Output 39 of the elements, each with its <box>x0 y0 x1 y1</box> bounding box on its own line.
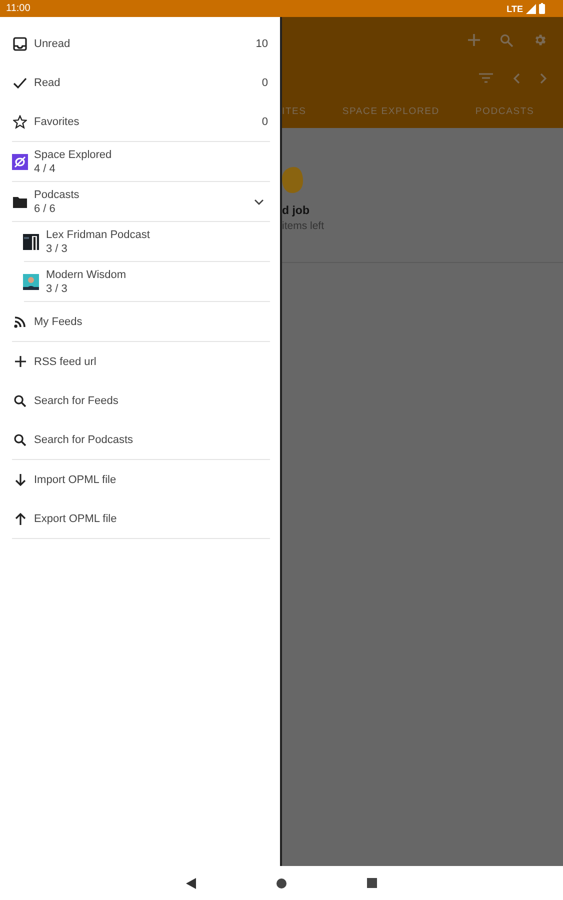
drawer-item[interactable]: Search for Feeds <box>0 381 280 420</box>
search-icon <box>14 394 26 406</box>
check-icon <box>13 76 27 88</box>
signal-icon <box>526 4 536 14</box>
drawer-item[interactable]: Search for Podcasts <box>0 420 280 459</box>
drawer-item[interactable]: My Feeds <box>0 302 280 341</box>
drawer-item[interactable]: Export OPML file <box>0 499 280 538</box>
chevron-right-icon[interactable] <box>540 72 547 84</box>
battery-icon <box>539 3 545 14</box>
star-icon <box>13 114 27 128</box>
search-icon[interactable] <box>500 34 513 46</box>
add-icon[interactable] <box>468 34 480 46</box>
drawer-item[interactable]: Space Explored 4 / 4 <box>0 142 280 181</box>
empty-title: d job <box>282 205 310 217</box>
drawer-item[interactable]: Unread 10 <box>0 24 280 63</box>
recents-icon[interactable] <box>367 878 377 888</box>
folder-icon <box>13 196 27 208</box>
drawer-item[interactable]: Lex Fridman Podcast 3 / 3 <box>0 222 280 261</box>
arrow-up-icon <box>14 512 26 524</box>
status-time: 11:00 <box>6 3 30 14</box>
chevron-left-icon[interactable] <box>513 72 520 84</box>
search-icon <box>14 434 26 446</box>
home-icon[interactable] <box>276 878 287 888</box>
drawer-item[interactable]: RSS feed url <box>0 342 280 381</box>
drawer-item[interactable]: Import OPML file <box>0 460 280 499</box>
drawer-item[interactable]: Modern Wisdom 3 / 3 <box>0 262 280 301</box>
inbox-icon <box>13 36 27 50</box>
arrow-down-icon <box>14 474 26 486</box>
drawer-item[interactable]: Read 0 <box>0 63 280 102</box>
network-label: LTE <box>506 4 523 14</box>
planet-logo-icon <box>12 154 28 170</box>
chevron-down-icon[interactable] <box>254 198 264 204</box>
drawer-item[interactable]: Favorites 0 <box>0 102 280 141</box>
add-icon <box>14 356 26 367</box>
filter-icon[interactable] <box>479 73 493 83</box>
drawer-item[interactable]: Podcasts 6 / 6 <box>0 182 280 221</box>
settings-icon[interactable] <box>533 33 547 47</box>
back-icon[interactable] <box>186 878 196 888</box>
rss-icon <box>14 316 26 328</box>
